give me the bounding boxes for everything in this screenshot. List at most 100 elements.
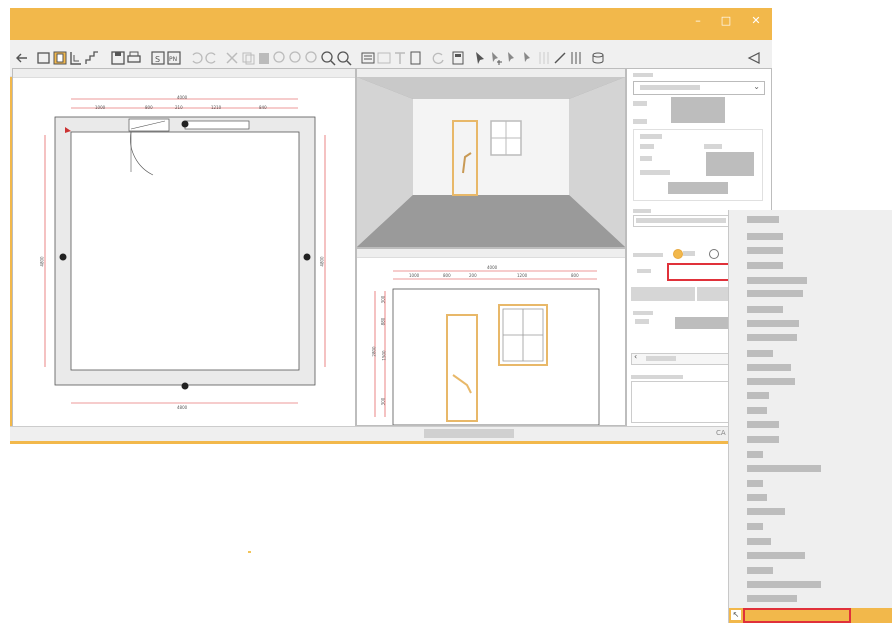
cut-icon[interactable] (224, 50, 240, 66)
radio-option-2[interactable] (709, 249, 719, 259)
elev-dim-left-seg-3: 1500 (381, 350, 387, 361)
list-item[interactable] (747, 334, 797, 341)
prop-label (633, 73, 653, 77)
wall-marker-bottom[interactable] (181, 382, 189, 390)
list-item[interactable] (747, 290, 803, 297)
list-item[interactable] (747, 494, 767, 501)
align-icon[interactable] (568, 50, 584, 66)
object-library-icon[interactable] (408, 50, 424, 66)
list-item[interactable] (747, 306, 783, 313)
calculator-icon[interactable] (450, 50, 466, 66)
wall-marker-left[interactable] (59, 253, 67, 261)
save-icon[interactable] (110, 50, 126, 66)
list-item[interactable] (747, 378, 795, 385)
3d-view-canvas[interactable] (357, 77, 625, 247)
list-item[interactable] (747, 247, 783, 254)
prop-preview (671, 97, 725, 123)
list-item[interactable] (747, 436, 779, 443)
list-item[interactable] (747, 538, 771, 545)
elev-dim-top-seg-4: 1200 (517, 273, 528, 278)
redo-icon[interactable] (204, 50, 220, 66)
pointer-multi-icon[interactable] (504, 50, 520, 66)
3d-view[interactable] (356, 68, 626, 248)
zoom-window-icon[interactable] (304, 50, 320, 66)
sheet-s-icon[interactable]: S (150, 50, 166, 66)
select-pointer-icon[interactable] (472, 50, 488, 66)
list-item[interactable] (747, 262, 783, 269)
text-tool-icon[interactable] (392, 50, 408, 66)
list-item[interactable] (747, 216, 779, 223)
highlighted-footer-field[interactable] (743, 608, 851, 623)
floor-plan-view[interactable]: 4000 1000 800 210 1210 840 4800 4800 480… (12, 68, 356, 428)
elev-dim-left-seg-4: 300 (380, 397, 386, 406)
title-bar: – □ ✕ (10, 8, 772, 40)
list-item[interactable] (747, 392, 769, 399)
zoom-out-icon[interactable] (288, 50, 304, 66)
dropdown-list[interactable]: ↖ (728, 210, 892, 623)
list-item[interactable] (747, 277, 807, 284)
list-item[interactable] (747, 407, 767, 414)
notes-area[interactable] (631, 381, 743, 423)
zoom-fit-icon[interactable] (320, 50, 336, 66)
list-item[interactable] (747, 421, 779, 428)
prop-dropdown[interactable]: ⌄ (633, 81, 765, 95)
elevation-canvas[interactable] (357, 257, 625, 425)
list-item[interactable] (747, 350, 773, 357)
prop-label (633, 209, 651, 213)
horizontal-scrollbar[interactable]: ‹ (631, 352, 739, 365)
status-scroll-thumb[interactable] (424, 429, 514, 438)
stairs-icon[interactable] (84, 50, 100, 66)
wall-marker-top[interactable] (181, 120, 189, 128)
maximize-button[interactable]: □ (714, 12, 738, 30)
back-arrow-icon[interactable] (14, 50, 30, 66)
sheet-pn-icon[interactable]: PN (166, 50, 182, 66)
list-item[interactable] (747, 508, 785, 515)
list-item[interactable] (747, 523, 763, 530)
floor-plan-canvas[interactable] (13, 77, 355, 427)
list-item[interactable] (747, 552, 805, 559)
list-item[interactable] (747, 465, 821, 472)
list-item[interactable] (747, 233, 783, 240)
new-room-icon[interactable] (36, 50, 52, 66)
elevation-view[interactable]: 4000 1000 800 200 1200 800 300 880 1500 … (356, 248, 626, 426)
list-item[interactable] (747, 595, 797, 602)
prop-label (633, 253, 663, 257)
zoom-in-icon[interactable] (272, 50, 288, 66)
layers-icon[interactable] (360, 50, 376, 66)
grid-icon[interactable] (536, 50, 552, 66)
cursor-plus-icon[interactable]: ↖ (731, 610, 741, 620)
pointer-plus-icon[interactable] (488, 50, 504, 66)
print-icon[interactable] (126, 50, 142, 66)
wall-tool-icon[interactable] (68, 50, 84, 66)
zoom-all-icon[interactable] (336, 50, 352, 66)
close-button[interactable]: ✕ (744, 12, 768, 30)
list-item[interactable] (747, 581, 821, 588)
list-item[interactable] (747, 451, 763, 458)
scroll-left-icon[interactable]: ‹ (634, 352, 637, 361)
list-item[interactable] (747, 567, 773, 574)
wallpaper-icon[interactable] (376, 50, 392, 66)
refresh-icon[interactable] (430, 50, 446, 66)
database-icon[interactable] (590, 50, 606, 66)
svg-text:S: S (155, 55, 160, 64)
list-item[interactable] (747, 320, 799, 327)
measure-icon[interactable] (552, 50, 568, 66)
radio-option-1[interactable] (673, 249, 683, 259)
list-item[interactable] (747, 364, 791, 371)
paste-icon[interactable] (256, 50, 272, 66)
dim-right: 4800 (319, 256, 325, 267)
highlighted-input[interactable] (667, 263, 735, 281)
dim-top-seg-4: 1210 (211, 105, 222, 110)
flag-icon[interactable] (746, 50, 762, 66)
copy-icon[interactable] (240, 50, 256, 66)
dim-bottom: 4800 (177, 405, 188, 410)
pointer-move-icon[interactable] (520, 50, 536, 66)
floor-plan-icon[interactable] (52, 50, 68, 66)
wall-marker-right[interactable] (303, 253, 311, 261)
list-item[interactable] (747, 480, 763, 487)
undo-icon[interactable] (188, 50, 204, 66)
elev-dim-top-seg-2: 800 (443, 273, 451, 278)
prop-tab-1[interactable] (631, 287, 695, 301)
minimize-button[interactable]: – (686, 12, 710, 30)
prop-label (635, 319, 649, 324)
